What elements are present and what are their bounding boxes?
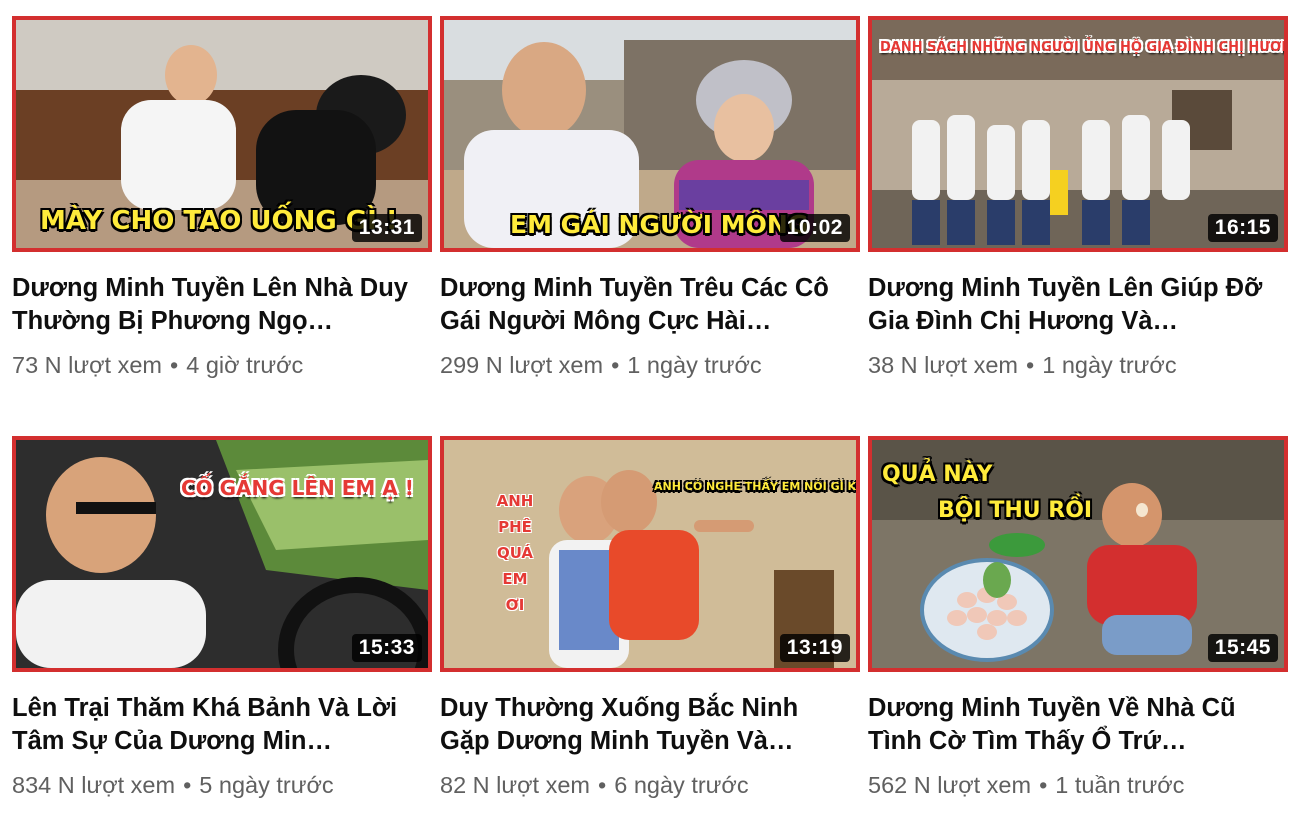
- video-thumbnail[interactable]: MÀY CHO TAO UỐNG GÌ ! 13:31: [12, 16, 432, 252]
- upload-age: 5 ngày trước: [199, 772, 334, 798]
- view-count: 834 N lượt xem: [12, 772, 176, 798]
- view-count: 299 N lượt xem: [440, 352, 604, 378]
- upload-age: 6 ngày trước: [614, 772, 749, 798]
- video-duration: 13:19: [779, 634, 850, 662]
- meta-separator: •: [170, 352, 179, 378]
- video-card[interactable]: CỐ GẮNG LÊN EM Ạ ! 15:33 Lên Trại Thăm K…: [12, 436, 432, 799]
- video-card[interactable]: DANH SÁCH NHỮNG NGƯỜI ỦNG HỘ GIA ĐÌNH CH…: [868, 16, 1288, 379]
- video-title[interactable]: Dương Minh Tuyền Lên Giúp Đỡ Gia Đình Ch…: [868, 272, 1268, 338]
- meta-separator: •: [611, 352, 620, 378]
- side-word: EM: [502, 570, 528, 588]
- thumbnail-caption: QUẢ NÀY: [882, 462, 993, 487]
- side-word: QUÁ: [496, 544, 534, 562]
- video-title[interactable]: Duy Thường Xuống Bắc Ninh Gặp Dương Minh…: [440, 692, 840, 758]
- video-duration: 16:15: [1207, 214, 1278, 242]
- view-count: 562 N lượt xem: [868, 772, 1032, 798]
- upload-age: 1 tuần trước: [1055, 772, 1185, 798]
- video-meta: 82 N lượt xem • 6 ngày trước: [440, 772, 860, 799]
- upload-age: 4 giờ trước: [186, 352, 304, 378]
- meta-separator: •: [183, 772, 192, 798]
- video-duration: 10:02: [779, 214, 850, 242]
- meta-separator: •: [1039, 772, 1048, 798]
- meta-separator: •: [598, 772, 607, 798]
- view-count: 38 N lượt xem: [868, 352, 1018, 378]
- video-card[interactable]: EM GÁI NGƯỜI MÔNG 10:02 Dương Minh Tuyền…: [440, 16, 860, 379]
- thumbnail-caption: DANH SÁCH NHỮNG NGƯỜI ỦNG HỘ GIA ĐÌNH CH…: [880, 40, 1288, 55]
- side-word: ANH: [496, 492, 534, 510]
- view-count: 82 N lượt xem: [440, 772, 590, 798]
- video-thumbnail[interactable]: CỐ GẮNG LÊN EM Ạ ! 15:33: [12, 436, 432, 672]
- video-meta: 299 N lượt xem • 1 ngày trước: [440, 352, 860, 379]
- side-word: ƠI: [505, 596, 525, 614]
- side-caption: ANH PHÊ QUÁ EM ƠI: [480, 492, 550, 614]
- meta-separator: •: [1026, 352, 1035, 378]
- video-duration: 15:33: [351, 634, 422, 662]
- video-duration: 15:45: [1207, 634, 1278, 662]
- video-meta: 562 N lượt xem • 1 tuần trước: [868, 772, 1288, 799]
- video-title[interactable]: Lên Trại Thăm Khá Bảnh Và Lời Tâm Sự Của…: [12, 692, 412, 758]
- upload-age: 1 ngày trước: [627, 352, 762, 378]
- video-thumbnail[interactable]: DANH SÁCH NHỮNG NGƯỜI ỦNG HỘ GIA ĐÌNH CH…: [868, 16, 1288, 252]
- thumbnail-caption: BỘI THU RỒI: [938, 498, 1093, 523]
- video-card[interactable]: MÀY CHO TAO UỐNG GÌ ! 13:31 Dương Minh T…: [12, 16, 432, 379]
- upload-age: 1 ngày trước: [1042, 352, 1177, 378]
- side-word: PHÊ: [498, 518, 532, 536]
- video-card[interactable]: QUẢ NÀY BỘI THU RỒI 15:45 Dương Minh Tuy…: [868, 436, 1288, 799]
- view-count: 73 N lượt xem: [12, 352, 162, 378]
- thumbnail-caption: EM GÁI NGƯỜI MÔNG: [510, 210, 809, 239]
- video-meta: 73 N lượt xem • 4 giờ trước: [12, 352, 432, 379]
- video-duration: 13:31: [351, 214, 422, 242]
- video-thumbnail[interactable]: ANH CÓ NGHE THẤY EM NÓI GÌ KHÔNG ANH PHÊ…: [440, 436, 860, 672]
- video-title[interactable]: Dương Minh Tuyền Về Nhà Cũ Tình Cờ Tìm T…: [868, 692, 1268, 758]
- thumbnail-caption: MÀY CHO TAO UỐNG GÌ !: [40, 206, 398, 236]
- video-card[interactable]: ANH CÓ NGHE THẤY EM NÓI GÌ KHÔNG ANH PHÊ…: [440, 436, 860, 799]
- video-meta: 834 N lượt xem • 5 ngày trước: [12, 772, 432, 799]
- video-title[interactable]: Dương Minh Tuyền Trêu Các Cô Gái Người M…: [440, 272, 840, 338]
- video-thumbnail[interactable]: QUẢ NÀY BỘI THU RỒI 15:45: [868, 436, 1288, 672]
- video-thumbnail[interactable]: EM GÁI NGƯỜI MÔNG 10:02: [440, 16, 860, 252]
- thumbnail-caption: CỐ GẮNG LÊN EM Ạ !: [181, 476, 414, 500]
- video-title[interactable]: Dương Minh Tuyền Lên Nhà Duy Thường Bị P…: [12, 272, 412, 338]
- thumbnail-caption: ANH CÓ NGHE THẤY EM NÓI GÌ KHÔNG: [654, 480, 857, 493]
- video-meta: 38 N lượt xem • 1 ngày trước: [868, 352, 1288, 379]
